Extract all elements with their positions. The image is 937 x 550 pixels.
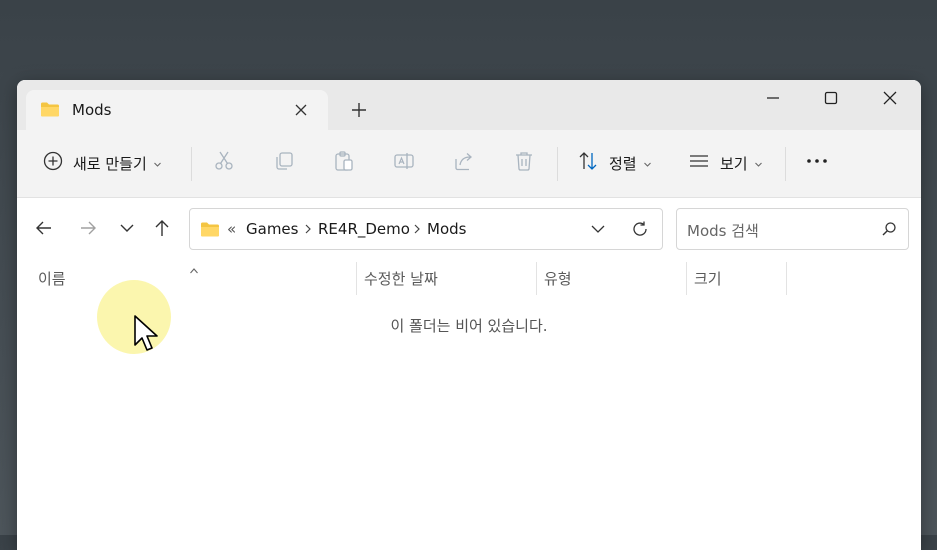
sort-icon (577, 150, 599, 176)
column-divider[interactable] (356, 262, 357, 295)
chevron-down-icon (754, 154, 763, 173)
search-icon (881, 221, 897, 241)
column-header-name[interactable]: 이름 (38, 268, 66, 289)
breadcrumb-games[interactable]: Games (246, 220, 298, 238)
more-icon (805, 150, 829, 176)
tab-mods[interactable]: Mods (26, 90, 328, 130)
delete-icon (513, 150, 535, 176)
toolbar-divider (191, 147, 192, 181)
tab-close-icon[interactable] (292, 101, 310, 119)
view-list-icon (688, 150, 710, 176)
column-divider[interactable] (536, 262, 537, 295)
sort-ascending-icon (189, 260, 199, 279)
paste-button[interactable] (333, 150, 355, 176)
share-icon (453, 150, 475, 176)
copy-button[interactable] (273, 150, 295, 176)
new-button-label: 새로 만들기 (73, 154, 147, 173)
sort-label: 정렬 (609, 154, 637, 173)
mouse-pointer-icon (134, 315, 160, 359)
cut-button[interactable] (213, 150, 235, 176)
share-button[interactable] (453, 150, 475, 176)
toolbar-divider (785, 147, 786, 181)
rename-icon (393, 150, 415, 176)
breadcrumb-mods[interactable]: Mods (427, 220, 466, 238)
paste-icon (333, 150, 355, 176)
new-button[interactable]: 새로 만들기 (43, 150, 162, 176)
forward-arrow-icon[interactable] (78, 218, 98, 238)
back-arrow-icon[interactable] (34, 218, 54, 238)
title-bar: Mods (17, 80, 921, 130)
breadcrumb-re4r-demo[interactable]: RE4R_Demo (318, 220, 410, 238)
delete-button[interactable] (513, 150, 535, 176)
address-bar[interactable]: « Games RE4R_Demo Mods (189, 208, 663, 250)
sort-button[interactable]: 정렬 (577, 150, 652, 176)
search-input[interactable]: Mods 검색 (676, 208, 909, 250)
chevron-down-icon (643, 154, 652, 173)
add-circle-icon (43, 151, 63, 175)
column-header-type[interactable]: 유형 (544, 268, 572, 289)
minimize-icon[interactable] (764, 89, 782, 107)
maximize-icon[interactable] (822, 89, 840, 107)
copy-icon (273, 150, 295, 176)
up-arrow-icon[interactable] (152, 218, 172, 238)
column-header-modified[interactable]: 수정한 날짜 (364, 268, 438, 289)
folder-icon (40, 101, 60, 122)
rename-button[interactable] (393, 150, 415, 176)
column-divider[interactable] (686, 262, 687, 295)
folder-icon (200, 221, 220, 242)
column-header-size[interactable]: 크기 (694, 268, 722, 289)
refresh-icon[interactable] (631, 220, 649, 242)
tab-title: Mods (72, 101, 112, 119)
breadcrumb-separator-icon (412, 222, 422, 240)
address-history-chevron-icon[interactable] (589, 220, 607, 242)
navigation-bar: « Games RE4R_Demo Mods Mods 검색 (17, 198, 921, 260)
window-close-icon[interactable] (881, 89, 899, 107)
view-label: 보기 (720, 154, 748, 173)
column-divider[interactable] (786, 262, 787, 295)
recent-locations-chevron-icon[interactable] (117, 218, 137, 238)
view-button[interactable]: 보기 (688, 150, 763, 176)
breadcrumb-separator-icon (303, 222, 313, 240)
new-tab-icon[interactable] (350, 101, 368, 119)
toolbar-divider (557, 147, 558, 181)
cut-icon (213, 150, 235, 176)
more-button[interactable] (805, 150, 829, 176)
chevron-down-icon (153, 154, 162, 173)
command-bar: 새로 만들기 정렬 보기 (17, 130, 921, 198)
search-placeholder: Mods 검색 (687, 222, 759, 240)
breadcrumb-overflow[interactable]: « (227, 220, 236, 238)
